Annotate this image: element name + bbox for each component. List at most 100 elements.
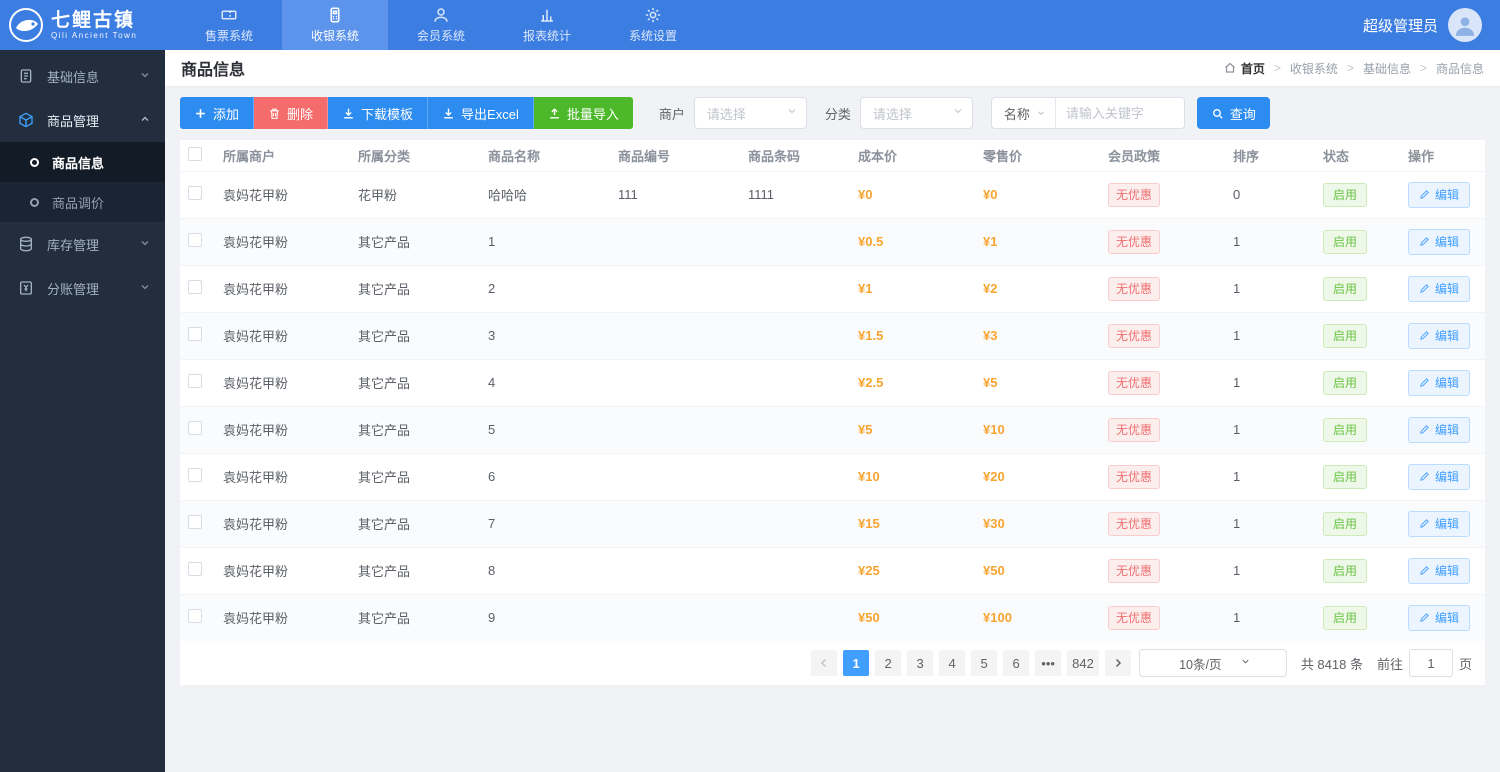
pagination-page-1[interactable]: 1 xyxy=(843,650,870,676)
pagination-page-842[interactable]: 842 xyxy=(1067,650,1099,676)
pencil-icon xyxy=(1420,331,1429,340)
breadcrumb-cashier-system[interactable]: 收银系统 xyxy=(1290,60,1338,77)
header-barcode: 商品条码 xyxy=(748,148,801,164)
policy-badge: 无优惠 xyxy=(1108,277,1161,301)
pagination-page-3[interactable]: 3 xyxy=(907,650,934,676)
search-icon xyxy=(1212,108,1223,119)
user-menu[interactable]: 超级管理员 xyxy=(1363,0,1500,50)
pencil-icon xyxy=(1420,284,1429,293)
batch-import-button[interactable]: 批量导入 xyxy=(533,97,633,129)
cell-retail-price: ¥0 xyxy=(975,170,1100,218)
pencil-icon xyxy=(1420,566,1429,575)
chevron-left-icon xyxy=(821,658,827,668)
tab-report-statistics[interactable]: 报表统计 xyxy=(494,0,600,50)
cell-sort: 1 xyxy=(1225,217,1315,265)
policy-badge: 无优惠 xyxy=(1108,230,1161,254)
cell-merchant: 袁妈花甲粉 xyxy=(215,311,350,359)
cell-retail-price: ¥3 xyxy=(975,311,1100,359)
tab-cashier-system[interactable]: 收银系统 xyxy=(282,0,388,50)
download-template-button[interactable]: 下载模板 xyxy=(328,97,429,129)
cell-category: 其它产品 xyxy=(350,452,480,500)
edit-button[interactable]: 编辑 xyxy=(1408,228,1471,255)
row-checkbox[interactable] xyxy=(188,515,202,529)
table-header-row: 所属商户 所属分类 商品名称 商品编号 商品条码 成本价 零售价 会员政策 排序… xyxy=(180,140,1485,171)
goto-page-input[interactable] xyxy=(1408,649,1453,677)
tab-member-system[interactable]: 会员系统 xyxy=(388,0,494,50)
pagination-next-button[interactable] xyxy=(1104,650,1131,676)
edit-button[interactable]: 编辑 xyxy=(1408,557,1471,584)
cell-category: 其它产品 xyxy=(350,499,480,547)
app-logo[interactable]: 七鲤古镇 Qili Ancient Town xyxy=(0,0,176,50)
add-button[interactable]: 添加 xyxy=(180,97,255,129)
edit-button[interactable]: 编辑 xyxy=(1408,416,1471,443)
row-checkbox[interactable] xyxy=(188,186,202,200)
cube-icon xyxy=(18,112,34,128)
row-checkbox[interactable] xyxy=(188,280,202,294)
pencil-icon xyxy=(1420,613,1429,623)
table-row: 袁妈花甲粉 其它产品 2 ¥1 ¥2 无优惠 1 启用 编辑 xyxy=(180,264,1485,312)
cell-merchant: 袁妈花甲粉 xyxy=(215,405,350,453)
row-checkbox[interactable] xyxy=(188,468,202,482)
pagination-page-6[interactable]: 6 xyxy=(1003,650,1030,676)
pagination-ellipsis[interactable]: ••• xyxy=(1035,650,1062,676)
topbar: 七鲤古镇 Qili Ancient Town 售票系统 收银系统 会员系统 报表… xyxy=(0,0,1500,50)
pagination-page-5[interactable]: 5 xyxy=(971,650,998,676)
table-row: 袁妈花甲粉 其它产品 9 ¥50 ¥100 无优惠 1 启用 编辑 xyxy=(180,593,1485,641)
policy-badge: 无优惠 xyxy=(1108,512,1161,536)
search-button[interactable]: 查询 xyxy=(1196,97,1270,129)
sidebar-item-product-price-adjust[interactable]: 商品调价 xyxy=(0,182,165,222)
table-row: 袁妈花甲粉 花甲粉 哈哈哈 111 1111 ¥0 ¥0 无优惠 0 启用 编辑 xyxy=(180,170,1485,218)
cell-product-number xyxy=(610,593,740,641)
tab-ticketing-system[interactable]: 售票系统 xyxy=(176,0,282,50)
edit-button[interactable]: 编辑 xyxy=(1408,275,1471,302)
row-checkbox[interactable] xyxy=(188,374,202,388)
breadcrumb-home[interactable]: 首页 xyxy=(1224,60,1265,77)
pagination-page-2[interactable]: 2 xyxy=(875,650,902,676)
status-badge: 启用 xyxy=(1323,512,1368,536)
category-select[interactable]: 请选择 xyxy=(859,97,973,129)
sidebar-item-basic-info[interactable]: 基础信息 xyxy=(0,54,165,98)
row-checkbox[interactable] xyxy=(188,562,202,576)
cell-category: 其它产品 xyxy=(350,358,480,406)
row-checkbox[interactable] xyxy=(188,609,202,624)
row-checkbox[interactable] xyxy=(188,421,202,435)
cell-retail-price: ¥50 xyxy=(975,546,1100,594)
sidebar-item-product-management[interactable]: 商品管理 xyxy=(0,98,165,142)
sidebar-item-split-account-management[interactable]: 分账管理 xyxy=(0,266,165,310)
row-checkbox[interactable] xyxy=(188,327,202,341)
edit-button[interactable]: 编辑 xyxy=(1408,181,1471,208)
cell-barcode xyxy=(740,405,850,453)
cell-retail-price: ¥10 xyxy=(975,405,1100,453)
edit-button[interactable]: 编辑 xyxy=(1408,463,1471,490)
cell-cost-price: ¥2.5 xyxy=(850,358,975,406)
row-checkbox[interactable] xyxy=(188,233,202,247)
cell-retail-price: ¥1 xyxy=(975,217,1100,265)
pagination-page-4[interactable]: 4 xyxy=(939,650,966,676)
sidebar-item-inventory-management[interactable]: 库存管理 xyxy=(0,222,165,266)
edit-button[interactable]: 编辑 xyxy=(1408,604,1471,631)
page-size-select[interactable]: 10条/页 xyxy=(1138,649,1287,677)
policy-badge: 无优惠 xyxy=(1108,418,1161,442)
edit-button[interactable]: 编辑 xyxy=(1408,322,1471,349)
pagination-prev-button[interactable] xyxy=(811,650,838,676)
download-icon xyxy=(344,108,353,119)
cell-sort: 1 xyxy=(1225,546,1315,594)
cell-product-number xyxy=(610,217,740,265)
delete-button[interactable]: 删除 xyxy=(254,97,329,129)
status-badge: 启用 xyxy=(1323,606,1368,631)
edit-button[interactable]: 编辑 xyxy=(1408,369,1471,396)
select-all-checkbox[interactable] xyxy=(188,146,202,161)
pagination-total: 共 8418 条 xyxy=(1300,656,1363,672)
search-field-select[interactable]: 名称 xyxy=(992,98,1056,128)
ledger-icon xyxy=(18,280,34,296)
sidebar-item-product-info[interactable]: 商品信息 xyxy=(0,142,165,182)
export-excel-button[interactable]: 导出Excel xyxy=(428,97,534,129)
cell-cost-price: ¥0.5 xyxy=(850,217,975,265)
page-title: 商品信息 xyxy=(181,62,246,79)
keyword-input[interactable] xyxy=(1055,98,1184,128)
merchant-select[interactable]: 请选择 xyxy=(693,97,807,129)
tab-system-settings[interactable]: 系统设置 xyxy=(600,0,706,50)
title-bar: 商品信息 首页 > 收银系统 > 基础信息 > 商品信息 xyxy=(165,50,1500,86)
edit-button[interactable]: 编辑 xyxy=(1408,510,1471,537)
breadcrumb-basic-info[interactable]: 基础信息 xyxy=(1363,60,1411,77)
